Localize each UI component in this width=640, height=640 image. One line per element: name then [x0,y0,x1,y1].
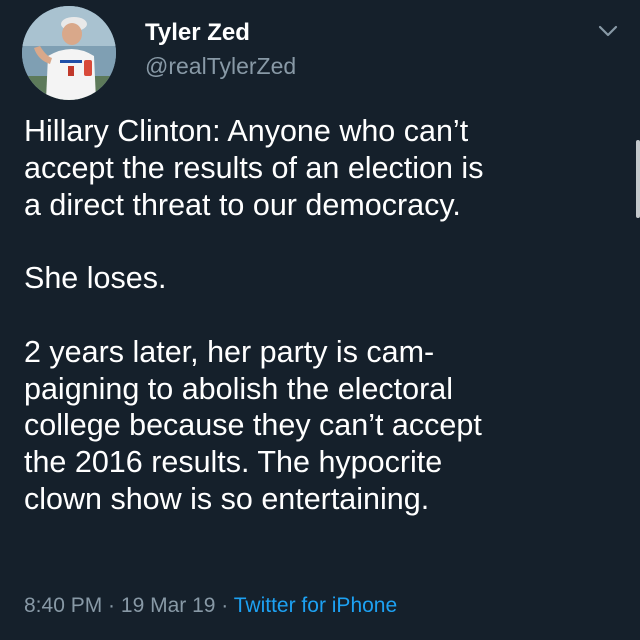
tweet-card: Tyler Zed @realTylerZed Hillary Clinton:… [0,0,640,640]
tweet-text-line: She loses. [24,261,167,296]
avatar[interactable] [22,6,116,100]
tweet-text-line: paigning to abolish the electoral [24,371,453,406]
scrollbar-thumb[interactable] [636,140,640,218]
author-display-name[interactable]: Tyler Zed [145,19,250,47]
meta-separator: · [215,594,234,617]
tweet-time[interactable]: 8:40 PM [24,594,102,617]
chevron-down-icon [598,25,618,37]
tweet-menu-button[interactable] [596,22,620,40]
tweet-text-line: college because they can’t accept [24,408,482,443]
avatar-image [22,6,116,100]
tweet-meta: 8:40 PM · 19 Mar 19 · Twitter for iPhone [24,594,397,618]
meta-separator: · [102,594,121,617]
tweet-source-link[interactable]: Twitter for iPhone [234,594,397,617]
tweet-date[interactable]: 19 Mar 19 [121,594,216,617]
tweet-text-line: Hillary Clinton: Anyone who can’t [24,114,469,148]
author-handle[interactable]: @realTylerZed [145,53,296,80]
tweet-text-line: 2 years later, her party is cam- [24,334,435,369]
tweet-text-line: a direct threat to our democracy. [24,187,461,222]
tweet-text-line: the 2016 results. The hypocrite [24,445,443,480]
tweet-text-line: accept the results of an election is [24,150,484,185]
tweet-text-line: clown show is so entertaining. [24,481,430,516]
tweet-text: Hillary Clinton: Anyone who can’t accept… [24,113,624,518]
